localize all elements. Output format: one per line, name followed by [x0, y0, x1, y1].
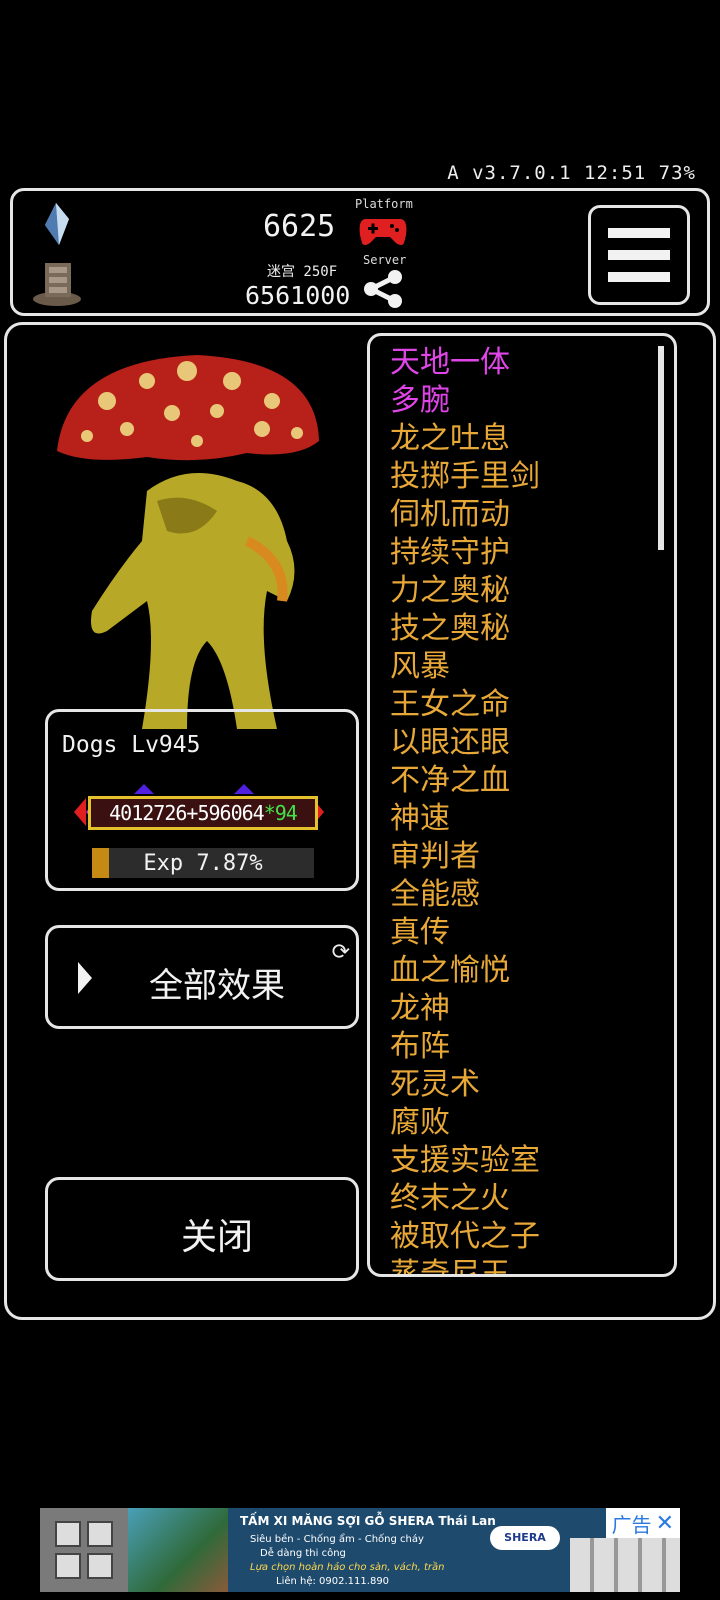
skill-item[interactable]: 力之奥秘 — [390, 572, 540, 610]
close-icon[interactable]: ✕ — [656, 1511, 674, 1536]
skill-item[interactable]: 龙神 — [390, 990, 540, 1028]
skill-item[interactable]: 技之奥秘 — [390, 610, 540, 648]
exp-text: Exp 7.87% — [143, 850, 263, 876]
skill-item[interactable]: 持续守护 — [390, 534, 540, 572]
skill-item[interactable]: 天地一体 — [390, 344, 540, 382]
gamepad-icon[interactable] — [358, 215, 408, 247]
skill-item[interactable]: 不净之血 — [390, 762, 540, 800]
skill-item[interactable]: 王女之命 — [390, 686, 540, 724]
top-bar: 6625 迷宫 250F 6561000 Platform Server — [10, 188, 710, 316]
skill-item[interactable]: 真传 — [390, 914, 540, 952]
skill-item[interactable]: 终末之火 — [390, 1180, 540, 1218]
exp-bar: Exp 7.87% — [92, 848, 314, 878]
crystal-icon — [45, 203, 69, 245]
skill-item[interactable]: 腐败 — [390, 1104, 540, 1142]
skill-item[interactable]: 以眼还眼 — [390, 724, 540, 762]
gold-value: 6625 — [263, 209, 336, 244]
skill-item[interactable]: 血之愉悦 — [390, 952, 540, 990]
ad-banner[interactable]: TẤM XI MĂNG SỢI GỖ SHERA Thái Lan Siêu b… — [40, 1508, 680, 1592]
status-bar: A v3.7.0.1 12:51 73% — [447, 162, 696, 184]
ad-line2: Dễ dàng thi công — [260, 1548, 346, 1559]
scrollbar[interactable] — [658, 346, 664, 550]
skill-item[interactable]: 全能感 — [390, 876, 540, 914]
server-label: Server — [363, 253, 407, 267]
skill-item[interactable]: 被取代之子 — [390, 1218, 540, 1256]
close-label: 关闭 — [180, 1217, 253, 1258]
skill-item[interactable]: 龙之吐息 — [390, 420, 540, 458]
skill-item[interactable]: 布阵 — [390, 1028, 540, 1066]
skill-item[interactable]: 多腕 — [390, 382, 540, 420]
refresh-icon[interactable]: ⟳ — [332, 940, 350, 965]
skill-item[interactable]: 风暴 — [390, 648, 540, 686]
skill-list-panel[interactable]: 天地一体 多腕 龙之吐息 投掷手里剑 伺机而动 持续守护 力之奥秘 技之奥秘 风暴 王女之命 以眼还… — [367, 333, 677, 1277]
skill-item[interactable]: 神速 — [390, 800, 540, 838]
skill-item[interactable]: 蒸奇尼王 — [390, 1256, 540, 1274]
skill-item[interactable]: 支援实验室 — [390, 1142, 540, 1180]
ad-title: TẤM XI MĂNG SỢI GỖ SHERA Thái Lan — [240, 1514, 496, 1528]
skill-list: 天地一体 多腕 龙之吐息 投掷手里剑 伺机而动 持续守护 力之奥秘 技之奥秘 风暴 王女之命 以眼还… — [390, 344, 540, 1274]
close-button[interactable]: 关闭 — [45, 1177, 359, 1281]
monster-panel: Dogs Lv945 4012726+596064 *94 Exp 7.87% 全… — [4, 322, 716, 1320]
ad-line3: Lựa chọn hoàn hảo cho sàn, vách, trần — [250, 1562, 445, 1573]
all-effects-button[interactable]: 全部效果 ⟳ — [45, 925, 359, 1029]
hp-value: 4012726+596064 — [109, 801, 265, 825]
monster-name-level: Dogs Lv945 — [62, 732, 201, 758]
ad-phone: Liên hệ: 0902.111.890 — [276, 1576, 390, 1587]
platform-label: Platform — [355, 197, 413, 211]
stairs-icon — [33, 263, 81, 306]
ad-brand-logo: SHERA — [490, 1526, 560, 1550]
ad-label: 广告 — [611, 1512, 652, 1537]
ad-badge: 广告 ✕ — [605, 1508, 680, 1538]
menu-button[interactable] — [588, 205, 690, 305]
maze-floor-label: 迷宫 250F — [267, 264, 338, 280]
share-icon[interactable] — [361, 267, 405, 311]
all-effects-label: 全部效果 — [149, 966, 285, 1006]
ad-line1: Siêu bền - Chống ẩm - Chống cháy — [250, 1534, 424, 1545]
hp-bar: 4012726+596064 *94 — [88, 796, 318, 830]
skill-item[interactable]: 投掷手里剑 — [390, 458, 540, 496]
hp-multiplier: *94 — [263, 801, 298, 825]
skill-item[interactable]: 审判者 — [390, 838, 540, 876]
ad-photo — [128, 1508, 228, 1592]
mushroom-monster-sprite — [57, 355, 319, 729]
ad-tiles-image — [570, 1538, 680, 1592]
ad-app-icon — [40, 1508, 128, 1592]
skill-item[interactable]: 死灵术 — [390, 1066, 540, 1104]
maze-value: 6561000 — [245, 281, 351, 310]
monster-stats-box: Dogs Lv945 4012726+596064 *94 Exp 7.87% — [45, 709, 359, 891]
skill-item[interactable]: 伺机而动 — [390, 496, 540, 534]
menu-icon — [608, 228, 670, 238]
hp-bar-frame: 4012726+596064 *94 — [74, 784, 324, 840]
